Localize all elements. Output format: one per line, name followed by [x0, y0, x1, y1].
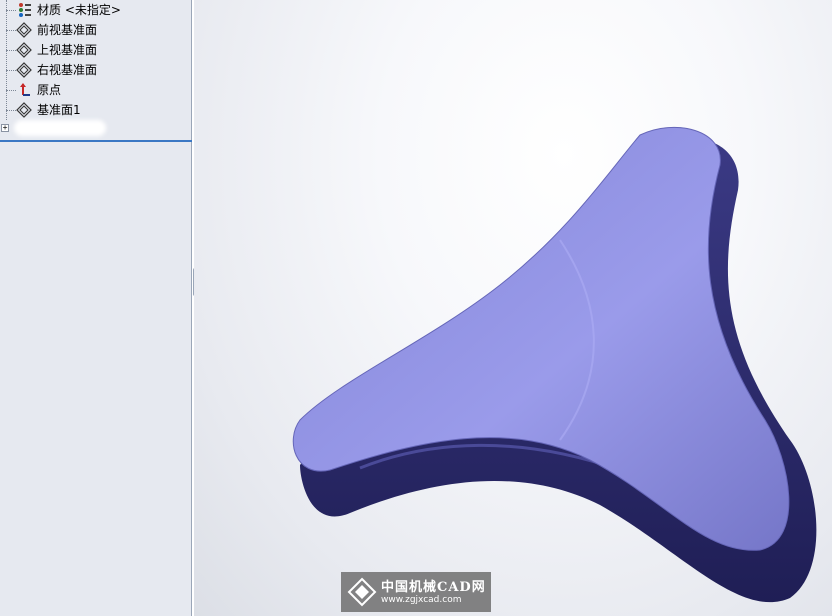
expand-toggle[interactable]: +: [1, 124, 9, 132]
tree-branch-line: [6, 90, 16, 91]
origin-icon: [20, 83, 30, 96]
rollback-bar[interactable]: [0, 140, 192, 142]
plane-icon: [16, 102, 32, 118]
tree-item-label: 上视基准面: [37, 43, 98, 57]
watermark-logo-icon: [347, 577, 377, 607]
watermark-title: 中国机械CAD网: [381, 580, 486, 595]
tree-connector-line: [6, 0, 7, 120]
material-icon: [19, 3, 31, 17]
site-watermark: 中国机械CAD网 www.zgjxcad.com: [341, 572, 491, 612]
tree-item-label: 材质 <未指定>: [37, 3, 121, 17]
watermark-url: www.zgjxcad.com: [381, 595, 462, 605]
tree-branch-line: [6, 50, 16, 51]
feature-manager-tree: 材质 <未指定> 前视基准面 上视基准面 右视基准面 原点 基准面1 +: [0, 0, 192, 616]
plane-icon: [16, 62, 32, 78]
plane-icon: [16, 22, 32, 38]
tree-branch-line: [6, 10, 16, 11]
tree-item-label: 右视基准面: [37, 63, 98, 77]
tree-branch-line: [6, 30, 16, 31]
tree-item-label: 基准面1: [37, 103, 81, 117]
tree-branch-line: [6, 70, 16, 71]
plane-icon: [16, 42, 32, 58]
tree-item-label: 原点: [37, 83, 62, 97]
obscured-tree-item: [14, 120, 106, 136]
tree-branch-line: [6, 110, 16, 111]
graphics-viewport[interactable]: [194, 0, 832, 616]
tree-item-label: 前视基准面: [37, 23, 98, 37]
3d-model-part[interactable]: [194, 0, 832, 616]
